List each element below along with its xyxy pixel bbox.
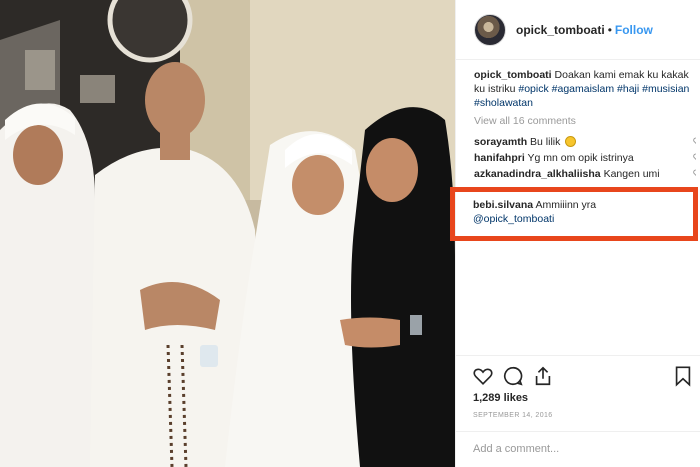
smile-emoji-icon	[565, 136, 577, 147]
hashtag-link[interactable]: #agamaislam	[552, 83, 614, 95]
post-photo[interactable]	[0, 0, 455, 467]
caption-username[interactable]: opick_tomboati	[474, 69, 552, 81]
comment-text: Bu lilik	[530, 136, 561, 148]
hashtag-link[interactable]: #musisian	[642, 83, 689, 95]
like-comment-heart-icon[interactable]	[693, 169, 696, 178]
share-icon[interactable]	[532, 365, 554, 387]
comment-text: Kangen umi	[603, 168, 660, 180]
hashtag-link[interactable]: #haji	[617, 83, 639, 95]
avatar[interactable]	[474, 13, 506, 46]
comment-username[interactable]: azkanadindra_alkhaliisha	[474, 168, 601, 180]
caption: opick_tomboati Doakan kami emak ku kakak…	[474, 68, 696, 110]
hashtag-link[interactable]: #sholawatan	[474, 97, 533, 109]
comment-username[interactable]: sorayamth	[474, 136, 527, 148]
post-date: SEPTEMBER 14, 2016	[473, 412, 553, 419]
comment-text: Yg mn om opik istrinya	[527, 152, 634, 164]
comment-item: azkanadindra_alkhaliisha Kangen umi	[474, 167, 696, 183]
mention-link[interactable]: @opick_tomboati	[473, 212, 596, 226]
post-actions: 1,289 likes SEPTEMBER 14, 2016 Add a com…	[455, 355, 700, 467]
follow-button[interactable]: Follow	[615, 23, 653, 37]
comment-item: sorayamth Bu lilik	[474, 135, 696, 151]
like-comment-heart-icon[interactable]	[693, 153, 696, 162]
highlighted-comment: bebi.silvana Ammiiinn yra @opick_tomboat…	[473, 198, 596, 226]
comments-section: opick_tomboati Doakan kami emak ku kakak…	[474, 68, 696, 183]
comment-item: hanifahpri Yg mn om opik istrinya	[474, 151, 696, 167]
comment-username[interactable]: hanifahpri	[474, 152, 525, 164]
bookmark-icon[interactable]	[672, 365, 694, 387]
photo-illustration	[0, 0, 455, 467]
hashtag-link[interactable]: #opick	[518, 83, 548, 95]
action-icons	[472, 365, 691, 389]
comment-icon[interactable]	[502, 365, 524, 387]
likes-count[interactable]: 1,289 likes	[473, 392, 528, 404]
post-header: opick_tomboati • Follow	[456, 0, 700, 60]
comment-username[interactable]: bebi.silvana	[473, 199, 533, 211]
like-comment-heart-icon[interactable]	[693, 137, 696, 146]
header-separator: •	[607, 22, 612, 37]
add-comment-input[interactable]: Add a comment...	[455, 431, 700, 467]
comment-text: Ammiiinn yra	[535, 199, 597, 211]
view-all-comments-link[interactable]: View all 16 comments	[474, 115, 696, 129]
header-username[interactable]: opick_tomboati	[516, 23, 605, 37]
heart-icon[interactable]	[472, 365, 494, 387]
